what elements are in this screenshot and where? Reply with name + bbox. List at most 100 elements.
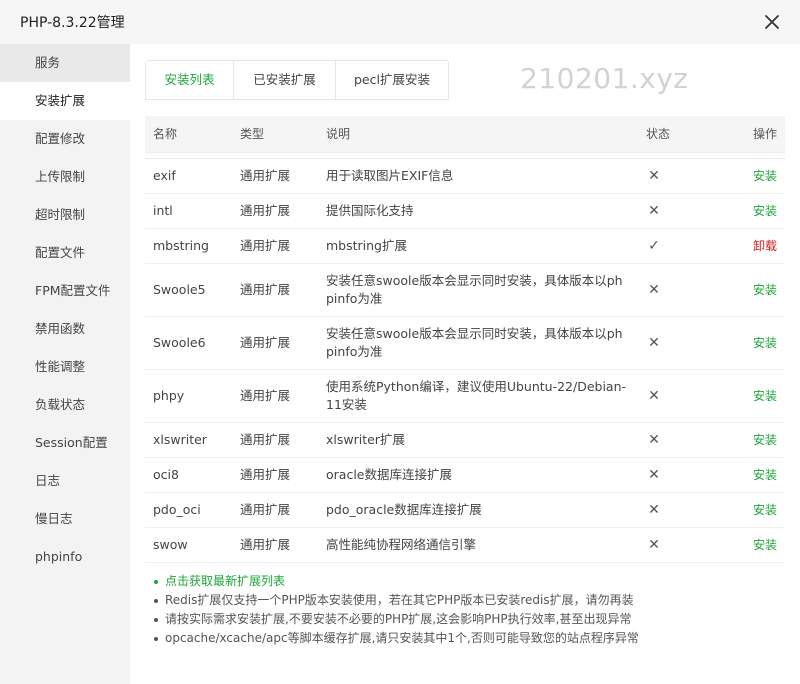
ext-type: 通用扩展	[232, 369, 318, 423]
ext-description: xlswriter扩展	[318, 422, 638, 458]
uninstall-link[interactable]: 卸载	[753, 239, 777, 253]
sidebar-item[interactable]: Session配置	[0, 424, 130, 462]
sidebar-item[interactable]: 慢日志	[0, 500, 130, 538]
install-link[interactable]: 安装	[753, 433, 777, 447]
main-panel: 安装列表 已安装扩展 pecl扩展安装 210201.xyz 名称 类型 说明 …	[130, 44, 800, 684]
cross-icon: ✕	[648, 387, 660, 404]
titlebar: PHP-8.3.22管理	[0, 0, 800, 44]
cross-icon: ✕	[648, 202, 660, 219]
ext-description: 用于读取图片EXIF信息	[318, 158, 638, 194]
sidebar-item[interactable]: 安装扩展	[0, 82, 130, 120]
cross-icon: ✕	[648, 334, 660, 351]
header-desc: 说明	[318, 116, 638, 153]
ext-type: 通用扩展	[232, 527, 318, 563]
ext-description: mbstring扩展	[318, 228, 638, 264]
ext-type: 通用扩展	[232, 492, 318, 528]
tab-bar: 安装列表 已安装扩展 pecl扩展安装	[145, 60, 449, 100]
ext-type: 通用扩展	[232, 263, 318, 317]
dialog-title: PHP-8.3.22管理	[20, 15, 125, 31]
sidebar-item[interactable]: 服务	[0, 44, 130, 82]
install-link[interactable]: 安装	[753, 503, 777, 517]
ext-action: 安装	[708, 422, 785, 458]
install-link[interactable]: 安装	[753, 538, 777, 552]
sidebar-item[interactable]: 上传限制	[0, 158, 130, 196]
table-row: phpy 通用扩展 使用系统Python编译，建议使用Ubuntu-22/Debia…	[145, 369, 785, 423]
tab-install-list[interactable]: 安装列表	[146, 61, 234, 99]
tab-pecl-install[interactable]: pecl扩展安装	[336, 61, 448, 99]
ext-name: xlswriter	[145, 422, 232, 458]
install-link[interactable]: 安装	[753, 389, 777, 403]
note-item: Redis扩展仅支持一个PHP版本安装使用，若在其它PHP版本已安装redis扩…	[154, 591, 785, 610]
ext-name: pdo_oci	[145, 492, 232, 528]
sidebar-item[interactable]: 禁用函数	[0, 310, 130, 348]
sidebar-item[interactable]: 配置文件	[0, 234, 130, 272]
ext-name: Swoole5	[145, 263, 232, 317]
sidebar-item[interactable]: 超时限制	[0, 196, 130, 234]
ext-status: ✕	[638, 316, 708, 370]
cross-icon: ✕	[648, 501, 660, 518]
install-link[interactable]: 安装	[753, 169, 777, 183]
install-link[interactable]: 安装	[753, 468, 777, 482]
install-link[interactable]: 安装	[753, 283, 777, 297]
table-row: intl 通用扩展 提供国际化支持 ✕ 安装	[145, 193, 785, 229]
ext-name: phpy	[145, 369, 232, 423]
sidebar-item[interactable]: phpinfo	[0, 538, 130, 576]
table-header-row: 名称 类型 说明 状态 操作	[145, 116, 785, 153]
check-icon: ✓	[648, 237, 660, 254]
header-name: 名称	[145, 116, 232, 153]
ext-description: oracle数据库连接扩展	[318, 457, 638, 493]
ext-name: mbstring	[145, 228, 232, 264]
table-row: pdo_oci 通用扩展 pdo_oracle数据库连接扩展 ✕ 安装	[145, 492, 785, 528]
ext-action: 安装	[708, 193, 785, 229]
note-item: opcache/xcache/apc等脚本缓存扩展,请只安装其中1个,否则可能导…	[154, 629, 785, 648]
ext-name: oci8	[145, 457, 232, 493]
sidebar-item[interactable]: 负载状态	[0, 386, 130, 424]
extension-table: 名称 类型 说明 状态 操作 exif 通用扩展 用于读取图片EXIF信息 ✕ 安装 in…	[145, 116, 785, 563]
sidebar-item[interactable]: FPM配置文件	[0, 272, 130, 310]
header-type: 类型	[232, 116, 318, 153]
ext-status: ✕	[638, 263, 708, 317]
cross-icon: ✕	[648, 466, 660, 483]
ext-description: 安装任意swoole版本会显示同时安装，具体版本以phpinfo为准	[318, 263, 638, 317]
ext-type: 通用扩展	[232, 316, 318, 370]
sidebar-item[interactable]: 配置修改	[0, 120, 130, 158]
table-row: oci8 通用扩展 oracle数据库连接扩展 ✕ 安装	[145, 457, 785, 493]
ext-name: swow	[145, 527, 232, 563]
ext-type: 通用扩展	[232, 158, 318, 194]
ext-status: ✕	[638, 193, 708, 229]
ext-status: ✕	[638, 492, 708, 528]
sidebar: 服务 安装扩展 配置修改 上传限制 超时限制 配置文件 FPM配置文件 禁用函数 性能调整 负载状…	[0, 44, 130, 684]
ext-status: ✓	[638, 228, 708, 264]
ext-description: 安装任意swoole版本会显示同时安装，具体版本以phpinfo为准	[318, 316, 638, 370]
notes-section: 点击获取最新扩展列表 Redis扩展仅支持一个PHP版本安装使用，若在其它PHP版…	[145, 572, 785, 648]
header-action: 操作	[708, 116, 785, 153]
ext-description: 提供国际化支持	[318, 193, 638, 229]
cross-icon: ✕	[648, 167, 660, 184]
ext-description: pdo_oracle数据库连接扩展	[318, 492, 638, 528]
ext-status: ✕	[638, 457, 708, 493]
sidebar-item[interactable]: 日志	[0, 462, 130, 500]
ext-type: 通用扩展	[232, 228, 318, 264]
ext-status: ✕	[638, 369, 708, 423]
ext-name: intl	[145, 193, 232, 229]
ext-status: ✕	[638, 527, 708, 563]
ext-status: ✕	[638, 422, 708, 458]
ext-action: 安装	[708, 369, 785, 423]
tab-installed-extensions[interactable]: 已安装扩展	[234, 61, 336, 99]
ext-type: 通用扩展	[232, 457, 318, 493]
ext-action: 安装	[708, 263, 785, 317]
php-manager-dialog: PHP-8.3.22管理 服务 安装扩展 配置修改 上传限制 超时限制 配置文件 FPM配置…	[0, 0, 800, 684]
table-row: Swoole5 通用扩展 安装任意swoole版本会显示同时安装，具体版本以phpi…	[145, 263, 785, 317]
ext-status: ✕	[638, 158, 708, 194]
sidebar-item[interactable]: 性能调整	[0, 348, 130, 386]
install-link[interactable]: 安装	[753, 336, 777, 350]
close-icon[interactable]	[760, 10, 784, 34]
table-row: exif 通用扩展 用于读取图片EXIF信息 ✕ 安装	[145, 158, 785, 194]
ext-description: 使用系统Python编译，建议使用Ubuntu-22/Debian-11安装	[318, 369, 638, 423]
install-link[interactable]: 安装	[753, 204, 777, 218]
refresh-extension-list-link[interactable]: 点击获取最新扩展列表	[154, 572, 785, 591]
cross-icon: ✕	[648, 281, 660, 298]
ext-name: Swoole6	[145, 316, 232, 370]
header-status: 状态	[638, 116, 708, 153]
table-row: swow 通用扩展 高性能纯协程网络通信引擎 ✕ 安装	[145, 527, 785, 563]
